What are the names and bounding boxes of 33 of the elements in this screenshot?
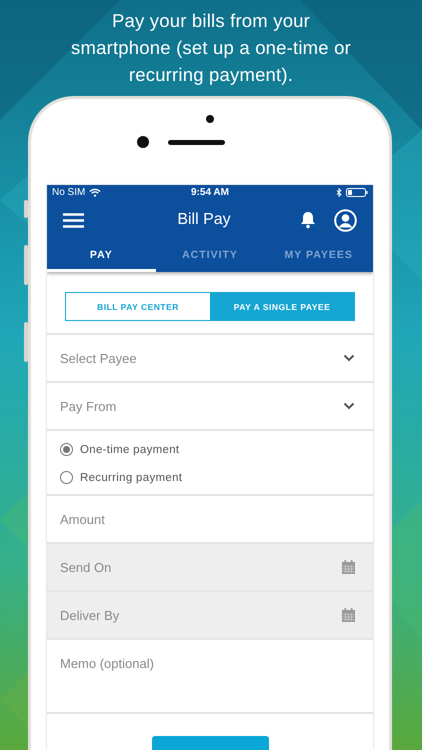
camera-dot: [137, 136, 149, 148]
menu-icon[interactable]: [63, 212, 84, 228]
chevron-down-icon: [343, 354, 355, 362]
status-time: 9:54 AM: [191, 187, 229, 198]
radio-label[interactable]: One-time payment: [80, 444, 180, 456]
segment-button[interactable]: PAY A SINGLE PAYEE: [210, 293, 354, 320]
battery-icon: [346, 188, 368, 197]
radio-button[interactable]: [60, 443, 73, 456]
calendar-icon: [342, 560, 355, 574]
wifi-icon: [89, 188, 102, 197]
speaker-slot: [168, 140, 225, 144]
bell-icon[interactable]: [300, 211, 316, 229]
calendar-icon: [342, 608, 355, 622]
tab[interactable]: PAY: [47, 240, 156, 272]
sensor-dot: [206, 115, 214, 123]
date-field[interactable]: Send On: [47, 542, 373, 590]
date-input[interactable]: Send On: [60, 544, 342, 590]
date-field[interactable]: Deliver By: [47, 590, 373, 638]
tab[interactable]: ACTIVITY: [156, 240, 264, 272]
radio-label[interactable]: Recurring payment: [80, 472, 182, 484]
profile-icon[interactable]: [334, 208, 357, 232]
screen-title: Bill Pay: [176, 211, 232, 229]
dropdown-field[interactable]: Pay From: [60, 383, 343, 429]
memo-field[interactable]: Memo (optional): [60, 654, 355, 672]
radio-button[interactable]: [60, 471, 73, 484]
carrier-label: No SIM: [52, 187, 86, 198]
dropdown-field[interactable]: Select Payee: [60, 335, 343, 381]
date-input[interactable]: Deliver By: [60, 592, 342, 638]
tab[interactable]: MY PAYEES: [264, 240, 373, 272]
caption: Pay your bills from your smartphone (set up a one-time or recurring payment).: [70, 9, 352, 87]
chevron-down-icon: [343, 402, 355, 410]
bluetooth-icon: [336, 188, 342, 197]
input-field[interactable]: Amount: [60, 496, 355, 542]
